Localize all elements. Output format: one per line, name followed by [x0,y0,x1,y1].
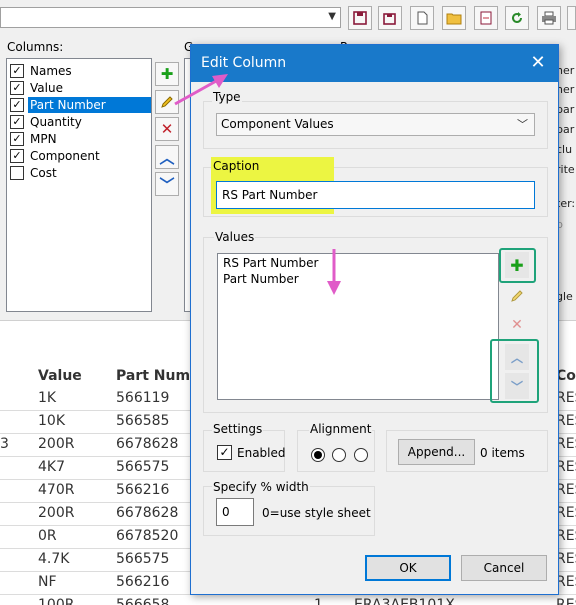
annotation-overlay [174,74,341,295]
annotation-arrow-icon [327,249,341,295]
annotation-arrow-icon [174,74,228,106]
